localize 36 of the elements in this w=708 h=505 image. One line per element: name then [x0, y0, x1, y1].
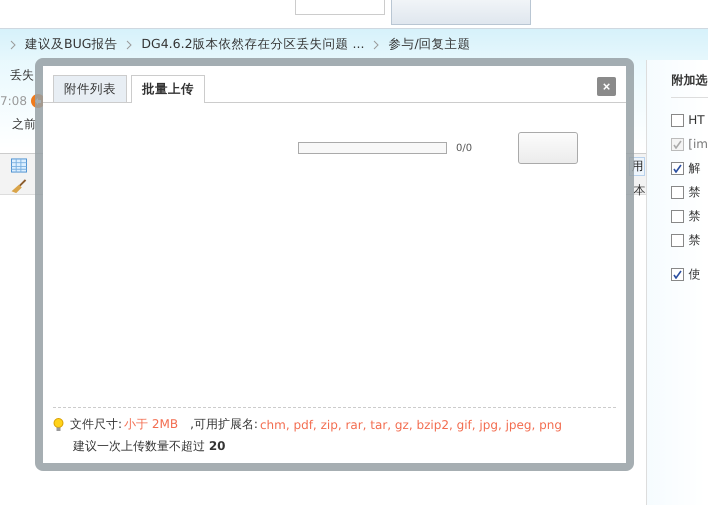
breadcrumb-link[interactable]: DG4.6.2版本依然存在分区丢失问题 ...: [141, 36, 364, 53]
info-label: ,可用扩展名:: [190, 416, 258, 433]
option-label: 禁: [688, 208, 700, 224]
checkbox[interactable]: [671, 234, 684, 246]
option-label: 使: [688, 266, 700, 282]
size-limit: 小于 2MB: [124, 416, 178, 433]
post-time: 7:08: [0, 94, 27, 108]
toolbar-label: 本: [633, 182, 646, 199]
upload-button[interactable]: [518, 132, 578, 164]
checkbox[interactable]: [671, 114, 684, 126]
chevron-icon: [10, 40, 16, 50]
option-label: 禁: [688, 184, 700, 200]
option-label: 解: [688, 160, 700, 176]
extension-list: chm, pdf, zip, rar, tar, gz, bzip2, gif, jpg, jpeg, png: [260, 418, 562, 432]
chevron-icon: [373, 40, 380, 50]
checkbox[interactable]: [671, 162, 684, 174]
option-label: [im: [688, 137, 708, 151]
option-label: HT: [688, 113, 705, 127]
checkbox[interactable]: [671, 268, 684, 280]
chevron-icon: [126, 40, 132, 50]
progress-count: 0/0: [456, 142, 472, 154]
post-title: 丢失: [9, 67, 35, 84]
breadcrumb-link[interactable]: 参与/回复主题: [388, 36, 471, 53]
checkbox[interactable]: [671, 210, 684, 222]
checkbox[interactable]: [671, 186, 684, 198]
table-icon[interactable]: [10, 158, 28, 173]
post-excerpt: 之前: [11, 116, 37, 133]
dialog-tab[interactable]: 批量上传: [131, 75, 205, 103]
broom-icon[interactable]: [10, 179, 28, 194]
lightbulb-icon: [53, 418, 64, 432]
breadcrumb-link[interactable]: 建议及BUG报告: [25, 36, 118, 53]
upload-limit-note: 建议一次上传数量不超过 20: [72, 438, 227, 455]
option-label: 禁: [688, 232, 700, 248]
info-label: 文件尺寸:: [70, 416, 122, 433]
dialog-tab[interactable]: 附件列表: [53, 75, 127, 102]
options-title: 附加选: [671, 72, 708, 98]
